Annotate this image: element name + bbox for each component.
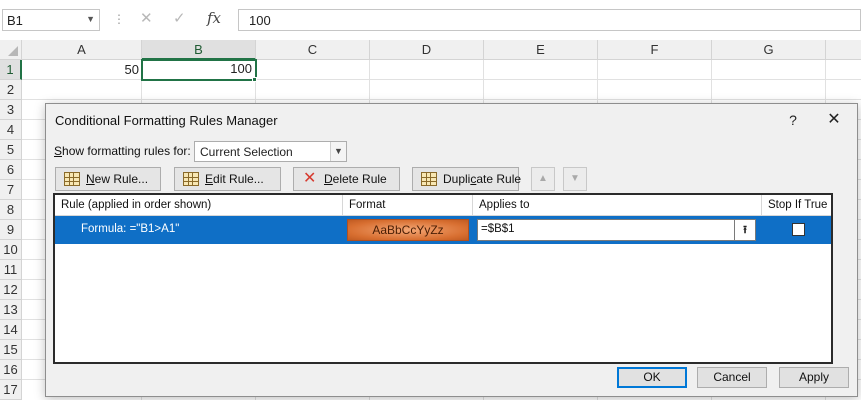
edit-rule-button[interactable]: Edit Rule...: [174, 167, 281, 191]
conditional-formatting-rules-dialog: Conditional Formatting Rules Manager ? ✕…: [45, 103, 858, 397]
show-rules-select[interactable]: Current Selection ▼: [194, 141, 347, 162]
edit-rule-mnemonic: E: [205, 172, 214, 186]
rules-table-header: Rule (applied in order shown) Format App…: [55, 195, 831, 216]
cancel-button[interactable]: Cancel: [697, 367, 767, 388]
column-header-b[interactable]: B: [142, 40, 256, 60]
rule-formula: Formula: ="B1>A1": [81, 223, 180, 235]
row-header-17[interactable]: 17: [0, 380, 22, 400]
header-applies-to: Applies to: [473, 195, 762, 216]
dialog-title: Conditional Formatting Rules Manager: [55, 113, 278, 128]
duplicate-rule-button[interactable]: Duplicate Rule: [412, 167, 522, 191]
chevron-down-icon[interactable]: ▼: [86, 14, 95, 24]
delete-rule-mnemonic: D: [324, 172, 333, 186]
column-header-c[interactable]: C: [256, 40, 370, 60]
row-header-10[interactable]: 10: [0, 240, 22, 260]
header-format: Format: [343, 195, 473, 216]
table-row[interactable]: Formula: ="B1>A1" AaBbCcYyZz =$B$1 ⭱: [55, 216, 831, 244]
fill-handle[interactable]: [252, 77, 257, 82]
name-box-value: B1: [7, 13, 23, 28]
stop-if-true-checkbox[interactable]: [792, 223, 805, 236]
delete-rule-label: elete Rule: [332, 172, 387, 186]
duplicate-rule-label-post: ate Rule: [476, 172, 522, 186]
collapse-range-icon[interactable]: ⭱: [734, 219, 756, 241]
formula-bar: B1 ▼ ⋮ ✕ ✓ fx 100: [0, 0, 861, 40]
cell-b1[interactable]: 100: [141, 59, 257, 81]
row-header-13[interactable]: 13: [0, 300, 22, 320]
table-grid-icon: [64, 172, 80, 186]
column-header-next[interactable]: [826, 40, 861, 60]
column-header-f[interactable]: F: [598, 40, 712, 60]
row-header-4[interactable]: 4: [0, 120, 22, 140]
applies-to-input[interactable]: =$B$1: [477, 219, 737, 241]
duplicate-rule-label-pre: Dupli: [443, 172, 471, 186]
delete-x-icon: ✕: [303, 170, 317, 187]
edit-rule-label: dit Rule...: [213, 172, 264, 186]
gridline: [22, 99, 861, 100]
help-icon[interactable]: ?: [783, 110, 803, 130]
apply-button[interactable]: Apply: [779, 367, 849, 388]
move-down-button[interactable]: ▼: [563, 167, 587, 191]
show-rules-label: Show formatting rules for:: [54, 144, 191, 158]
rules-table: Rule (applied in order shown) Format App…: [53, 193, 833, 364]
row-header-3[interactable]: 3: [0, 100, 22, 120]
row-header-2[interactable]: 2: [0, 80, 22, 100]
cell-a1[interactable]: 50: [22, 60, 142, 80]
column-header-d[interactable]: D: [370, 40, 484, 60]
ok-button[interactable]: OK: [617, 367, 687, 388]
duplicate-grid-icon: [421, 172, 437, 186]
column-header-g[interactable]: G: [712, 40, 826, 60]
row-header-15[interactable]: 15: [0, 340, 22, 360]
insert-function-icon[interactable]: fx: [207, 9, 221, 27]
new-rule-mnemonic: N: [86, 172, 95, 186]
select-all-triangle-icon: [8, 46, 18, 56]
applies-to-value: =$B$1: [481, 223, 515, 235]
edit-grid-icon: [183, 172, 199, 186]
row-header-16[interactable]: 16: [0, 360, 22, 380]
enter-icon[interactable]: ✓: [173, 9, 186, 27]
column-header-a[interactable]: A: [22, 40, 142, 60]
row-header-11[interactable]: 11: [0, 260, 22, 280]
delete-rule-button[interactable]: ✕ Delete Rule: [293, 167, 400, 191]
header-stop-if-true: Stop If True: [768, 199, 828, 211]
show-label-mnemonic: S: [54, 144, 63, 158]
select-all-corner[interactable]: [0, 40, 22, 60]
row-header-5[interactable]: 5: [0, 140, 22, 160]
header-rule: Rule (applied in order shown): [55, 195, 343, 216]
format-preview: AaBbCcYyZz: [347, 219, 469, 241]
show-label-text: how formatting rules for:: [62, 144, 191, 158]
row-header-8[interactable]: 8: [0, 200, 22, 220]
close-icon[interactable]: ✕: [824, 110, 844, 130]
row-header-1[interactable]: 1: [0, 60, 22, 80]
chevron-down-icon[interactable]: ▼: [330, 142, 346, 161]
new-rule-label: ew Rule...: [94, 172, 149, 186]
show-rules-select-value: Current Selection: [200, 145, 293, 159]
formula-input[interactable]: 100: [238, 9, 861, 31]
grip-dots-icon: ⋮: [113, 12, 125, 26]
move-up-button[interactable]: ▲: [531, 167, 555, 191]
name-box[interactable]: B1 ▼: [2, 9, 100, 31]
new-rule-button[interactable]: New Rule...: [55, 167, 161, 191]
row-header-7[interactable]: 7: [0, 180, 22, 200]
row-header-14[interactable]: 14: [0, 320, 22, 340]
row-header-6[interactable]: 6: [0, 160, 22, 180]
formula-input-value: 100: [249, 13, 271, 28]
cancel-icon[interactable]: ✕: [140, 9, 153, 27]
row-header-12[interactable]: 12: [0, 280, 22, 300]
column-header-e[interactable]: E: [484, 40, 598, 60]
row-header-9[interactable]: 9: [0, 220, 22, 240]
